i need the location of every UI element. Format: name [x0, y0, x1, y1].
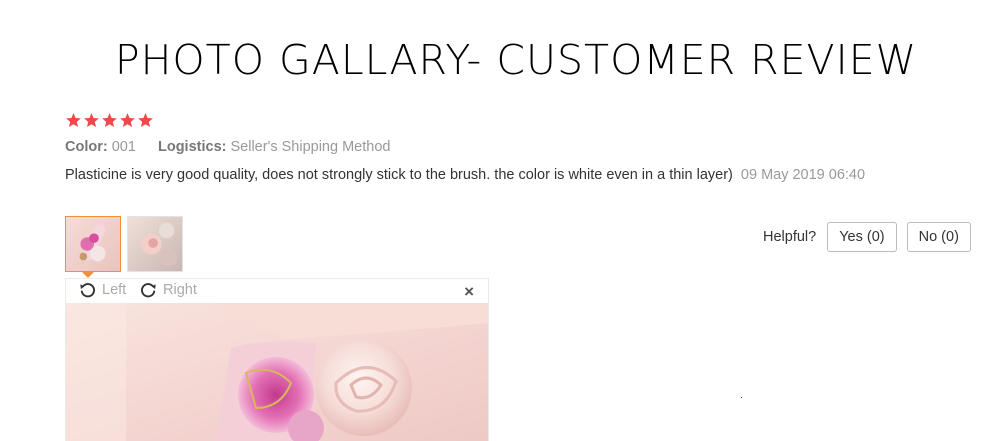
- review-comment: Plasticine is very good quality, does no…: [65, 167, 733, 183]
- review-photo-large: [66, 303, 488, 441]
- stray-dot: [741, 397, 742, 398]
- rotate-left-label: Left: [102, 281, 127, 298]
- rotate-right-button[interactable]: Right: [139, 280, 197, 299]
- rotate-left-icon: [80, 283, 95, 298]
- star-icon: [84, 113, 99, 128]
- review-photo-thumbnail-2[interactable]: [127, 216, 183, 272]
- photo-viewer-toolbar: Left Right ×: [66, 279, 488, 303]
- review-photo-thumbnail-1[interactable]: [65, 216, 121, 272]
- logistics-value: Seller's Shipping Method: [230, 139, 391, 155]
- helpful-votes: Helpful? Yes (0) No (0): [763, 222, 971, 252]
- review-thumbnails: [65, 216, 183, 272]
- logistics-label: Logistics:: [157, 139, 227, 155]
- star-rating: [65, 112, 154, 132]
- helpful-no-button[interactable]: No (0): [906, 222, 971, 252]
- photo-viewer: Left Right ×: [65, 278, 489, 441]
- review-text: Plasticine is very good quality, does no…: [65, 166, 885, 185]
- star-icon: [120, 113, 135, 128]
- rotate-right-icon: [141, 283, 156, 298]
- close-icon[interactable]: ×: [464, 283, 474, 300]
- review-meta: Color: 001 Logistics: Seller's Shipping …: [65, 139, 390, 155]
- color-label: Color:: [65, 139, 108, 155]
- helpful-label: Helpful?: [763, 229, 817, 245]
- rotate-left-button[interactable]: Left: [78, 280, 126, 299]
- helpful-yes-button[interactable]: Yes (0): [827, 222, 897, 252]
- star-icon: [66, 113, 81, 128]
- page-banner-title: PHOTO GALLARY- CUSTOMER REVIEW: [114, 36, 918, 84]
- review-date: 09 May 2019 06:40: [740, 167, 866, 183]
- color-value: 001: [111, 139, 136, 155]
- star-icon: [138, 113, 153, 128]
- rotate-right-label: Right: [163, 281, 197, 298]
- star-icon: [102, 113, 117, 128]
